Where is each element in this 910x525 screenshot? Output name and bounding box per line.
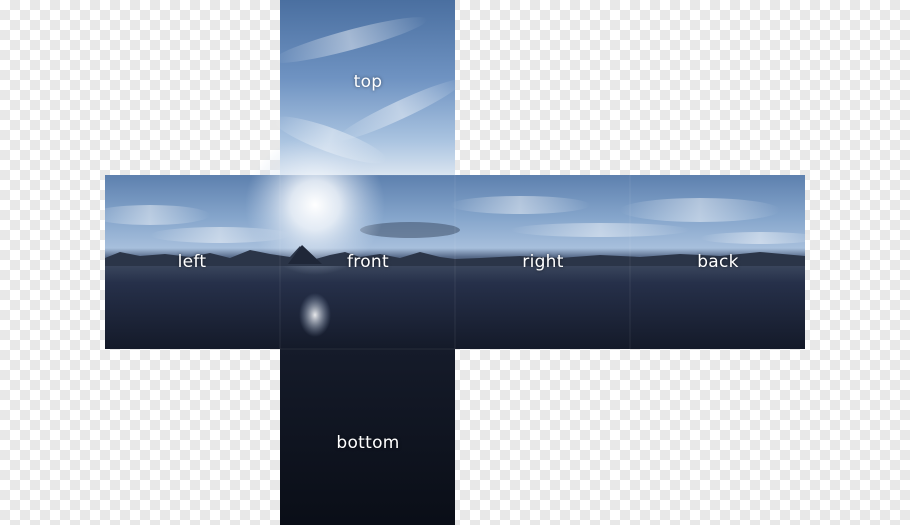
face-label-top: top [353,72,383,92]
face-label-left: left [177,252,207,272]
face-label-right: right [522,252,564,272]
face-label-front: front [347,252,389,272]
face-label-bottom: bottom [336,433,400,453]
sun-reflection [299,293,331,337]
skybox-cubemap-net [90,0,820,525]
face-label-back: back [697,252,739,272]
